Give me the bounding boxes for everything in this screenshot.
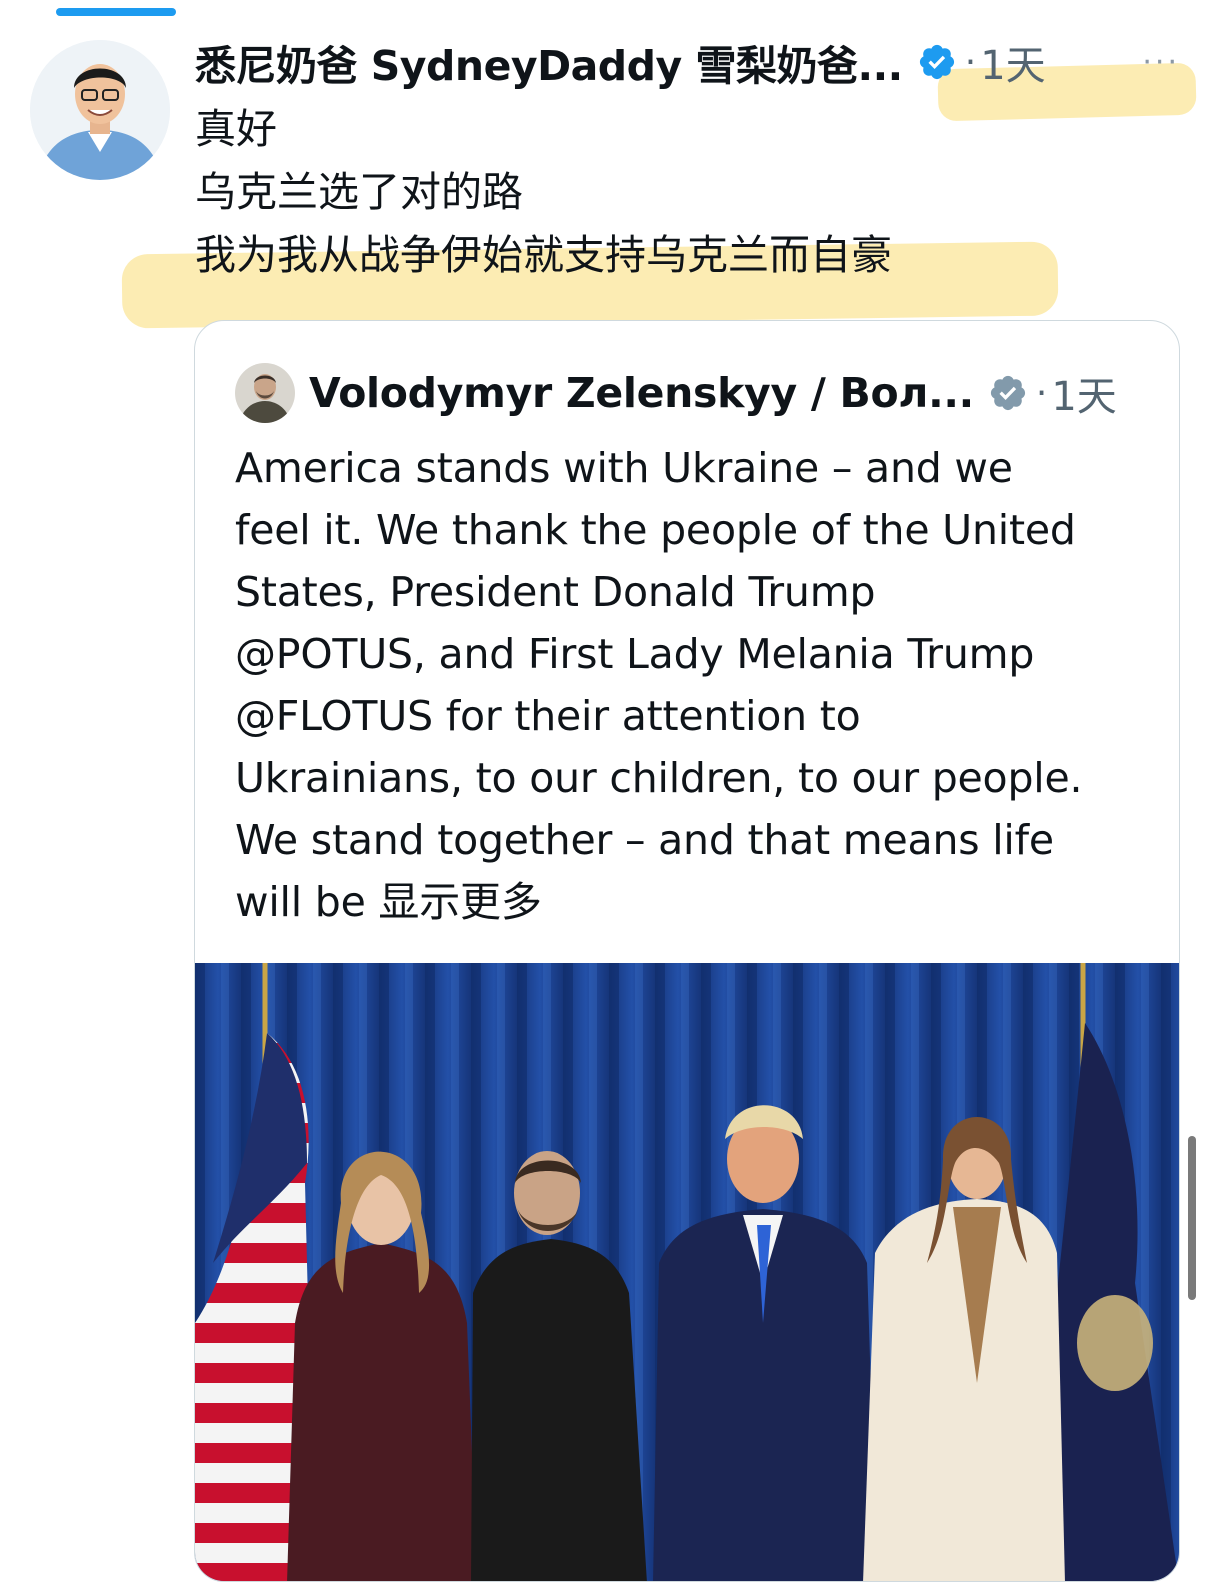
quoted-text-line: States, President Donald Trump: [235, 568, 876, 616]
post-timestamp[interactable]: 1天: [980, 33, 1045, 91]
separator-dot: ·: [1035, 372, 1048, 414]
quoted-author-avatar[interactable]: [235, 363, 295, 423]
author-name[interactable]: 悉尼奶爸 SydneyDaddy 雪梨奶爸...: [195, 32, 903, 92]
quoted-post-photo[interactable]: [195, 963, 1179, 1582]
more-horizontal-icon[interactable]: ···: [1142, 45, 1180, 80]
scroll-top-indicator: [56, 8, 176, 16]
verified-badge-icon: [919, 44, 954, 80]
quoted-post-header: Volodymyr Zelenskyy / Вол... · 1天: [235, 361, 1159, 425]
quoted-post-card[interactable]: Volodymyr Zelenskyy / Вол... · 1天 Americ…: [194, 320, 1180, 1582]
quoted-post-text: America stands with Ukraine – and we fee…: [235, 437, 1155, 933]
quoted-text-line: Ukrainians, to our children, to our peop…: [235, 754, 1083, 802]
author-avatar[interactable]: [30, 40, 170, 180]
quoted-text-line: feel it. We thank the people of the Unit…: [235, 506, 1076, 554]
quoted-text-line-last: will be 显示更多: [235, 871, 1155, 933]
quoted-text-line: @POTUS, and First Lady Melania Trump: [235, 630, 1035, 678]
quoted-text-line: We stand together – and that means life: [235, 816, 1054, 864]
quoted-text-line: America stands with Ukraine – and we: [235, 444, 1013, 492]
post-header: 悉尼奶爸 SydneyDaddy 雪梨奶爸... · 1天 ···: [195, 32, 1186, 92]
quoted-text-fragment: will be: [235, 878, 379, 926]
scrollbar[interactable]: [1188, 1136, 1196, 1300]
post-line: 乌克兰选了对的路: [195, 168, 523, 216]
show-more-link[interactable]: 显示更多: [378, 878, 541, 926]
quoted-post-timestamp[interactable]: 1天: [1051, 364, 1116, 422]
post-line: 我为我从战争伊始就支持乌克兰而自豪: [195, 231, 892, 279]
post-line: 真好: [195, 105, 277, 153]
verified-badge-icon: [990, 375, 1025, 411]
separator-dot: ·: [964, 41, 977, 83]
quoted-author-name[interactable]: Volodymyr Zelenskyy / Вол...: [309, 369, 974, 417]
quoted-text-line: @FLOTUS for their attention to: [235, 692, 861, 740]
post-text: 真好 乌克兰选了对的路 我为我从战争伊始就支持乌克兰而自豪: [195, 98, 892, 287]
